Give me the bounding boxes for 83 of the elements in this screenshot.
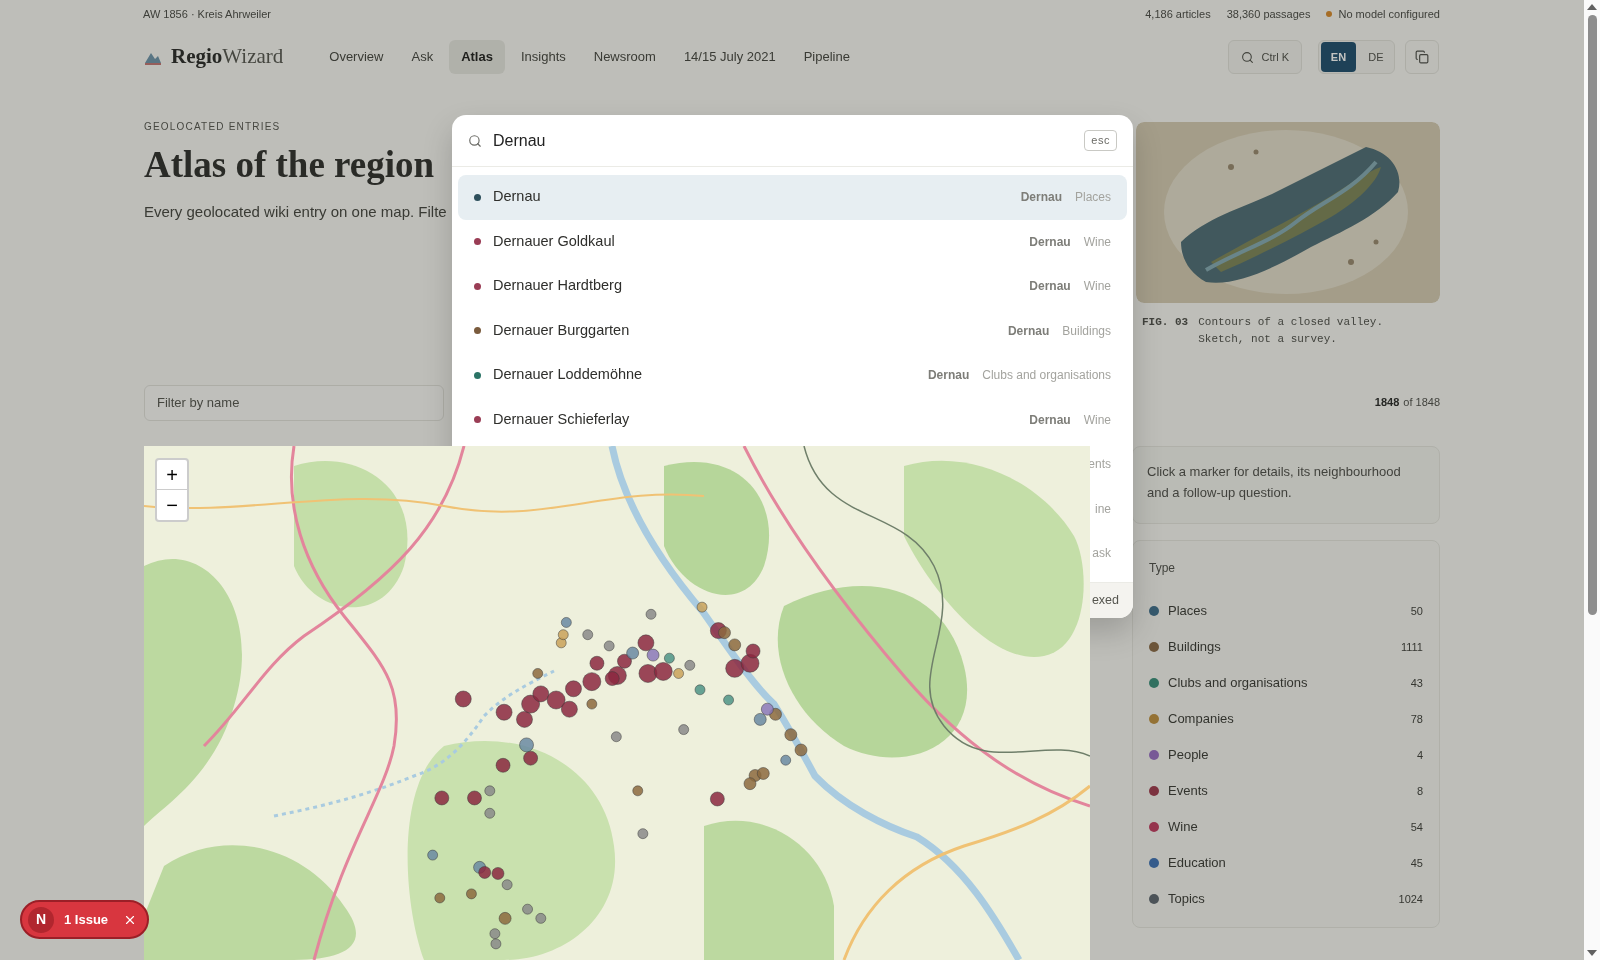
result-place: Dernau [1029, 411, 1071, 429]
copy-icon [1415, 50, 1429, 64]
result-place: Dernau [1029, 278, 1071, 296]
esc-key-hint[interactable]: esc [1084, 130, 1117, 151]
result-category: Wine [1083, 278, 1111, 296]
legend-title: Type [1149, 560, 1176, 577]
nav-tab[interactable]: Newsroom [581, 40, 668, 74]
type-label[interactable]: Companies [1168, 709, 1411, 729]
info-card-text: Click a marker for details, its neighbourhood and a follow-up question. [1147, 463, 1402, 502]
result-category: Clubs and organisations [982, 367, 1111, 385]
result-place: Dernau [927, 367, 970, 385]
result-title: Dernauer Schieferlay [493, 409, 631, 429]
type-count: 54 [1410, 819, 1423, 835]
scrollbar-thumb[interactable] [1587, 15, 1597, 615]
search-button[interactable]: Ctrl K [1227, 40, 1302, 74]
type-count: 43 [1410, 675, 1423, 691]
type-count: 1111 [1400, 639, 1423, 655]
result-category: ine [1095, 500, 1111, 518]
type-label[interactable]: Topics [1168, 889, 1399, 909]
nav-tab[interactable]: Overview [317, 40, 396, 74]
copy-button[interactable] [1405, 40, 1439, 74]
nav-tab[interactable]: 14/15 July 2021 [671, 40, 788, 74]
figure-caption: Contours of a closed valley. Sketch, not a survey. [1198, 315, 1385, 347]
result-category: Places [1074, 189, 1111, 207]
nav-tab[interactable]: Atlas [449, 40, 505, 74]
result-category: Wine [1083, 411, 1111, 429]
type-count: 45 [1410, 855, 1423, 871]
scroll-down-icon[interactable] [1587, 950, 1597, 956]
result-category: Wine [1083, 233, 1111, 251]
stat-label: 4,186 articles [1145, 6, 1211, 22]
result-place: Dernau [1020, 189, 1062, 207]
footer-text: exed [1091, 591, 1119, 609]
type-count: 4 [1416, 747, 1423, 763]
section-eyebrow: GEOLOCATED ENTRIES [144, 120, 282, 134]
search-result[interactable]: Dernauer Loddemöhne Dernau Clubs and organisations [458, 353, 1127, 398]
location-label: AW 1856 · Kreis Ahrweiler [143, 6, 271, 22]
result-place: Dernau [1007, 322, 1050, 340]
page-title: Atlas of the region [144, 144, 436, 186]
type-count: 8 [1416, 783, 1423, 799]
scroll-up-icon[interactable] [1587, 4, 1597, 10]
nav-tab[interactable]: Insights [508, 40, 578, 74]
framework-logo[interactable]: N [28, 906, 54, 933]
page-subtitle: Every geolocated wiki entry on one map. Filte [144, 202, 448, 222]
model-status-label: No model configured [1338, 6, 1440, 22]
type-count: 50 [1410, 603, 1423, 619]
type-label[interactable]: Education [1168, 853, 1411, 873]
total-count: of 1848 [1403, 395, 1440, 411]
search-result[interactable]: Dernauer Schieferlay Dernau Wine [458, 397, 1127, 442]
result-category: Buildings [1062, 322, 1111, 340]
result-title: Dernau [493, 187, 542, 207]
language-toggle[interactable]: DE [1360, 42, 1392, 72]
issues-button[interactable]: 1 Issue [64, 909, 109, 930]
type-count: 1024 [1398, 891, 1423, 907]
search-input[interactable]: Dernau [493, 128, 1085, 153]
type-label[interactable]: Places [1168, 601, 1411, 621]
brand-name[interactable]: RegioWizard [171, 41, 284, 73]
nav-tab[interactable]: Pipeline [791, 40, 862, 74]
result-place: Dernau [1029, 233, 1071, 251]
type-label[interactable]: Wine [1168, 817, 1411, 837]
search-icon [1240, 50, 1254, 64]
search-icon [468, 133, 482, 148]
nav-tab[interactable]: Ask [399, 40, 446, 74]
result-title: Dernauer Loddemöhne [493, 365, 644, 385]
shown-count: 1848 [1374, 395, 1400, 411]
result-category: ask [1092, 545, 1111, 563]
search-result[interactable]: Dernauer Goldkaul Dernau Wine [458, 219, 1127, 264]
result-title: Dernauer Goldkaul [493, 231, 616, 251]
type-label[interactable]: Buildings [1168, 637, 1401, 657]
type-count: 78 [1410, 711, 1423, 727]
filter-input[interactable]: Filter by name [144, 384, 444, 421]
type-label[interactable]: People [1168, 745, 1417, 765]
result-title: Dernauer Burggarten [493, 320, 631, 340]
type-label[interactable]: Clubs and organisations [1168, 673, 1411, 693]
stat-label: 38,360 passages [1226, 6, 1311, 22]
zoom-out-button[interactable]: − [157, 490, 187, 520]
zoom-in-button[interactable]: + [157, 460, 187, 490]
language-toggle[interactable]: EN [1321, 42, 1356, 72]
search-result[interactable]: Dernau Dernau Places [458, 175, 1127, 220]
search-result[interactable]: Dernauer Burggarten Dernau Buildings [458, 308, 1127, 353]
result-title: Dernauer Hardtberg [493, 276, 623, 296]
type-label[interactable]: Events [1168, 781, 1417, 801]
search-result[interactable]: Dernauer Hardtberg Dernau Wine [458, 264, 1127, 309]
figure-label: FIG. 03 [1142, 315, 1189, 330]
